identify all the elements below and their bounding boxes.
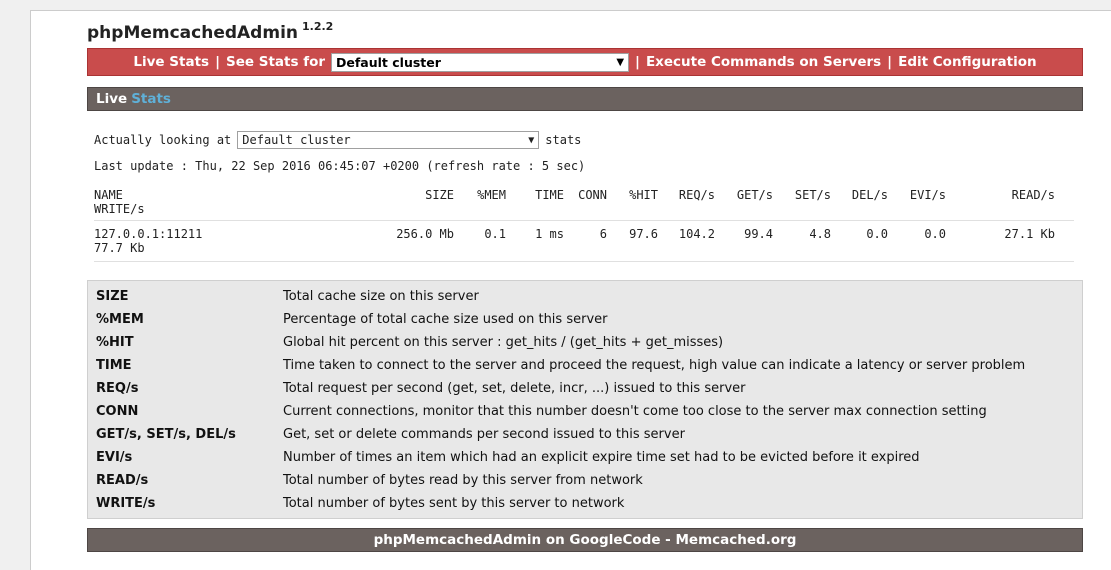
app-title: phpMemcachedAdmin 1.2.2 bbox=[87, 20, 334, 43]
legend-key: READ/s bbox=[96, 473, 149, 488]
legend-row: EVI/s Number of times an item which had a… bbox=[88, 446, 1025, 469]
menu-separator: | bbox=[215, 54, 220, 70]
legend-key: CONN bbox=[96, 404, 139, 419]
legend-key: SIZE bbox=[96, 289, 129, 304]
cell-read: 27.1 Kb bbox=[1004, 227, 1055, 241]
legend-row: REQ/s Total request per second (get, set,… bbox=[88, 377, 1025, 400]
header-time: TIME bbox=[535, 188, 564, 202]
live-label: Live bbox=[96, 91, 128, 107]
legend-key: EVI/s bbox=[96, 450, 133, 465]
header-hit: %HIT bbox=[629, 188, 658, 202]
cell-name: 127.0.0.1:11211 77.7 Kb bbox=[94, 227, 203, 255]
looking-suffix: stats bbox=[545, 133, 582, 147]
table-row: 127.0.0.1:11211 77.7 Kb 256.0 Mb 0.1 1 ms… bbox=[94, 221, 1074, 262]
header-size: SIZE bbox=[425, 188, 454, 202]
page: phpMemcachedAdmin 1.2.2 Live Stats | See … bbox=[30, 10, 1111, 570]
cell-hit: 97.6 bbox=[629, 227, 658, 241]
dropdown-arrow-icon: ▼ bbox=[528, 134, 535, 146]
legend-key: TIME bbox=[96, 358, 132, 373]
cell-mem: 0.1 bbox=[484, 227, 506, 241]
legend-row: %HIT Global hit percent on this server : … bbox=[88, 331, 1025, 354]
legend-row: WRITE/s Total number of bytes sent by thi… bbox=[88, 492, 1025, 515]
looking-at-line: Actually looking at Default cluster ▼ st… bbox=[94, 131, 581, 149]
legend-row: TIME Time taken to connect to the server … bbox=[88, 354, 1025, 377]
legend-row: SIZE Total cache size on this server bbox=[88, 285, 1025, 308]
legend-desc: Percentage of total cache size used on t… bbox=[283, 312, 608, 327]
dropdown-arrow-icon: ▼ bbox=[616, 56, 625, 68]
cell-size: 256.0 Mb bbox=[396, 227, 454, 241]
legend-panel: SIZE Total cache size on this server %MEM… bbox=[87, 280, 1083, 519]
legend-desc: Global hit percent on this server : get_… bbox=[283, 335, 724, 350]
legend-row: READ/s Total number of bytes read by this… bbox=[88, 469, 1025, 492]
footer: phpMemcachedAdmin on GoogleCode - Memcac… bbox=[87, 528, 1083, 552]
menu-live-stats[interactable]: Live Stats bbox=[133, 54, 209, 70]
header-req: REQ/s bbox=[678, 188, 715, 202]
menu-separator: | bbox=[887, 54, 893, 70]
header-mem: %MEM bbox=[477, 188, 506, 202]
cell-time: 1 ms bbox=[535, 227, 564, 241]
menu-see-stats-label: See Stats for bbox=[226, 54, 326, 70]
legend-key: WRITE/s bbox=[96, 496, 156, 511]
cluster-select[interactable]: Default cluster ▼ bbox=[331, 52, 630, 72]
table-header: NAME WRITE/s SIZE %MEM TIME CONN %HIT REQ… bbox=[94, 186, 1074, 221]
stats-table: NAME WRITE/s SIZE %MEM TIME CONN %HIT REQ… bbox=[94, 186, 1074, 262]
legend-desc: Total number of bytes read by this serve… bbox=[283, 473, 643, 488]
legend-desc: Time taken to connect to the server and … bbox=[283, 358, 1026, 373]
live-stats-header: Live Stats bbox=[87, 87, 1083, 111]
legend-row: GET/s, SET/s, DEL/s Get, set or delete co… bbox=[88, 423, 1025, 446]
cell-del: 0.0 bbox=[866, 227, 888, 241]
legend-table: SIZE Total cache size on this server %MEM… bbox=[88, 285, 1025, 515]
header-conn: CONN bbox=[578, 188, 607, 202]
header-name: NAME WRITE/s bbox=[94, 188, 145, 216]
looking-cluster-select[interactable]: Default cluster ▼ bbox=[237, 131, 540, 149]
stats-label: Stats bbox=[131, 91, 171, 107]
legend-key: REQ/s bbox=[96, 381, 139, 396]
menu-separator: | bbox=[635, 54, 640, 70]
looking-cluster-value: Default cluster bbox=[242, 133, 351, 147]
cluster-select-value: Default cluster bbox=[336, 54, 441, 70]
legend-key: GET/s, SET/s, DEL/s bbox=[96, 427, 236, 442]
legend-key: %HIT bbox=[96, 335, 134, 350]
header-get: GET/s bbox=[736, 188, 773, 202]
main-menu: Live Stats | See Stats for Default clust… bbox=[87, 48, 1083, 76]
legend-desc: Get, set or delete commands per second i… bbox=[283, 427, 685, 442]
app-name: phpMemcachedAdmin bbox=[87, 23, 298, 43]
app-version: 1.2.2 bbox=[302, 20, 334, 33]
cell-evi: 0.0 bbox=[924, 227, 946, 241]
header-read: READ/s bbox=[1011, 188, 1055, 202]
legend-row: CONN Current connections, monitor that th… bbox=[88, 400, 1025, 423]
legend-desc: Number of times an item which had an exp… bbox=[283, 450, 920, 465]
menu-execute-commands[interactable]: Execute Commands on Servers bbox=[646, 54, 881, 70]
cell-get: 99.4 bbox=[744, 227, 773, 241]
legend-row: %MEM Percentage of total cache size used … bbox=[88, 308, 1025, 331]
menu-edit-configuration[interactable]: Edit Configuration bbox=[898, 54, 1036, 70]
cell-set: 4.8 bbox=[809, 227, 831, 241]
legend-desc: Total cache size on this server bbox=[283, 289, 479, 304]
footer-link[interactable]: phpMemcachedAdmin on GoogleCode - Memcac… bbox=[374, 532, 797, 548]
header-del: DEL/s bbox=[851, 188, 888, 202]
cell-req: 104.2 bbox=[678, 227, 715, 241]
legend-key: %MEM bbox=[96, 312, 144, 327]
last-update: Last update : Thu, 22 Sep 2016 06:45:07 … bbox=[94, 159, 586, 173]
looking-prefix: Actually looking at bbox=[94, 133, 232, 147]
header-evi: EVI/s bbox=[909, 188, 946, 202]
legend-desc: Current connections, monitor that this n… bbox=[283, 404, 987, 419]
legend-desc: Total number of bytes sent by this serve… bbox=[283, 496, 625, 511]
cell-conn: 6 bbox=[599, 227, 607, 241]
header-set: SET/s bbox=[794, 188, 831, 202]
legend-desc: Total request per second (get, set, dele… bbox=[283, 381, 746, 396]
